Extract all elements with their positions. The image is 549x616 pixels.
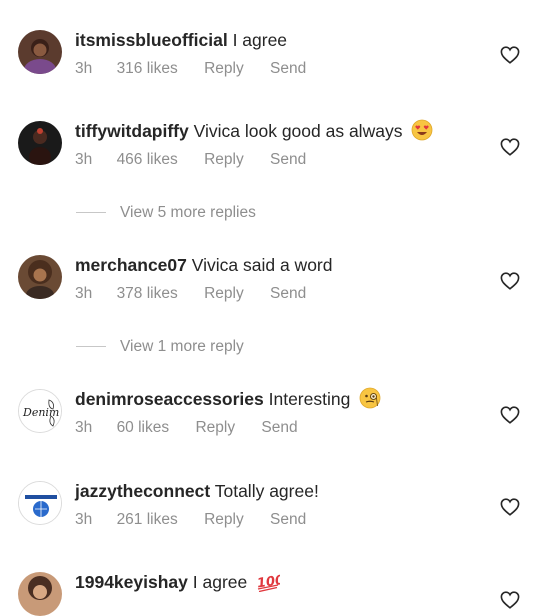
divider — [76, 212, 106, 214]
comment-username[interactable]: 1994keyishay — [75, 572, 188, 592]
like-heart-icon[interactable] — [500, 272, 520, 290]
comment-body: I agree — [232, 30, 288, 50]
comment-username[interactable]: itsmissblueofficial — [75, 30, 228, 50]
comment-time: 3h — [75, 151, 93, 168]
comment-meta: 3h 261 likes Reply Send — [75, 510, 328, 530]
avatar[interactable]: Denim — [18, 389, 62, 433]
comment-time: 3h — [75, 60, 93, 77]
comment-time: 3h — [75, 419, 93, 436]
avatar[interactable] — [18, 255, 62, 299]
avatar-logo-text: Denim — [22, 406, 59, 419]
reply-button[interactable]: Reply — [195, 419, 235, 436]
comment-meta: 3h 316 likes Reply Send — [75, 59, 328, 79]
comment-item: jazzytheconnect Totally agree! 3h 261 li… — [0, 479, 549, 539]
comment-likes[interactable]: 378 likes — [117, 285, 178, 302]
comment-text: tiffywitdapiffy Vivica look good as alwa… — [75, 119, 433, 147]
send-button[interactable]: Send — [270, 285, 306, 302]
comment-time: 3h — [75, 511, 93, 528]
user-avatar-icon — [18, 30, 62, 74]
avatar[interactable] — [18, 572, 62, 616]
comment-meta: 3h 378 likes Reply Send — [75, 284, 328, 304]
like-heart-icon[interactable] — [500, 138, 520, 156]
comment-likes[interactable]: 60 likes — [117, 419, 170, 436]
comment-time: 3h — [75, 285, 93, 302]
send-button[interactable]: Send — [270, 151, 306, 168]
send-button[interactable]: Send — [270, 511, 306, 528]
like-heart-icon[interactable] — [500, 46, 520, 64]
comment-body: Totally agree! — [214, 481, 319, 501]
comment-item: tiffywitdapiffy Vivica look good as alwa… — [0, 119, 549, 179]
avatar[interactable] — [18, 121, 62, 165]
comment-likes[interactable]: 466 likes — [117, 151, 178, 168]
view-more-replies-label: View 5 more replies — [120, 204, 256, 221]
like-heart-icon[interactable] — [500, 406, 520, 424]
comment-username[interactable]: merchance07 — [75, 255, 187, 275]
reply-button[interactable]: Reply — [204, 511, 244, 528]
comment-item: merchance07 Vivica said a word 3h 378 li… — [0, 253, 549, 313]
comment-text: itsmissblueofficial I agree — [75, 28, 287, 52]
divider — [76, 346, 106, 348]
monocle-face-emoji-icon — [359, 387, 381, 415]
hundred-points-emoji-icon: 100 — [256, 572, 285, 598]
send-button[interactable]: Send — [270, 60, 306, 77]
reply-button[interactable]: Reply — [204, 60, 244, 77]
view-more-replies-button[interactable]: View 5 more replies — [76, 203, 256, 223]
avatar[interactable] — [18, 30, 62, 74]
heart-eyes-emoji-icon — [411, 119, 433, 147]
user-avatar-icon — [18, 572, 62, 616]
brand-logo-icon — [19, 482, 61, 524]
user-avatar-icon — [18, 121, 62, 165]
comment-meta: 3h 60 likes Reply Send — [75, 418, 320, 438]
brand-logo-icon: Denim — [19, 390, 61, 432]
comment-text: denimroseaccessories Interesting — [75, 387, 381, 415]
send-button[interactable]: Send — [261, 419, 297, 436]
like-heart-icon[interactable] — [500, 498, 520, 516]
reply-button[interactable]: Reply — [204, 151, 244, 168]
view-more-replies-button[interactable]: View 1 more reply — [76, 337, 244, 357]
reply-button[interactable]: Reply — [204, 285, 244, 302]
like-heart-icon[interactable] — [500, 591, 520, 609]
comment-item: 1994keyishay I agree 100 — [0, 570, 549, 616]
comment-text: merchance07 Vivica said a word — [75, 253, 332, 277]
view-more-replies-label: View 1 more reply — [120, 338, 244, 355]
comment-body: Vivica said a word — [191, 255, 333, 275]
comment-username[interactable]: tiffywitdapiffy — [75, 121, 189, 141]
comment-body: Vivica look good as always — [193, 121, 403, 141]
avatar[interactable] — [18, 481, 62, 525]
comment-username[interactable]: jazzytheconnect — [75, 481, 210, 501]
comment-likes[interactable]: 316 likes — [117, 60, 178, 77]
comment-username[interactable]: denimroseaccessories — [75, 389, 264, 409]
comment-meta: 3h 466 likes Reply Send — [75, 150, 328, 170]
comment-likes[interactable]: 261 likes — [117, 511, 178, 528]
comment-item: Denim denimroseaccessories Interesting 3… — [0, 387, 549, 447]
comment-body: I agree — [192, 572, 248, 592]
comment-text: jazzytheconnect Totally agree! — [75, 479, 319, 503]
comment-body: Interesting — [268, 389, 351, 409]
comment-text: 1994keyishay I agree 100 — [75, 570, 285, 598]
user-avatar-icon — [18, 255, 62, 299]
comment-item: itsmissblueofficial I agree 3h 316 likes… — [0, 28, 549, 88]
